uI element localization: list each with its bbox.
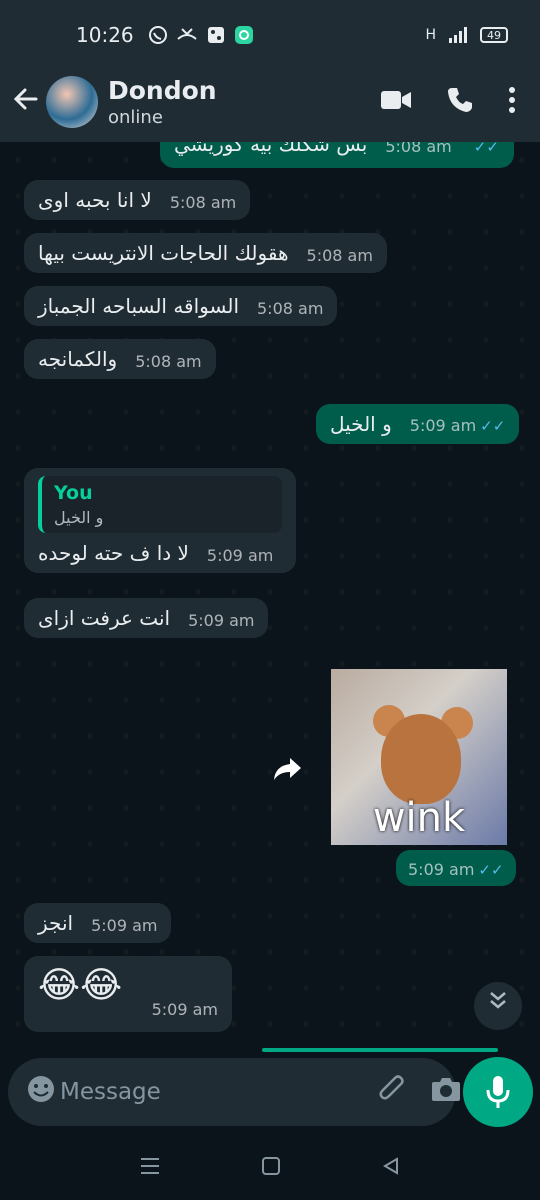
- message-incoming[interactable]: لا انا بحبه اوى 5:08 am: [24, 180, 251, 220]
- message-incoming[interactable]: 😂😂 5:09 am: [24, 956, 232, 1032]
- message-outgoing[interactable]: بس شكلك بيه كوريشي 5:08 am ✓✓: [160, 142, 514, 168]
- read-receipt-icon: ✓✓: [478, 861, 504, 879]
- message-text: والكمانجه: [38, 347, 118, 371]
- message-time: 5:08 am: [257, 299, 324, 318]
- message-text: هقولك الحاجات الانتريست بيها: [38, 241, 289, 265]
- message-time: 5:09 am: [206, 546, 274, 565]
- sticker-message[interactable]: wink: [331, 669, 507, 845]
- message-time: 5:09 am: [409, 416, 477, 435]
- contact-status: online: [108, 107, 163, 128]
- back-triangle-icon[interactable]: [381, 1153, 401, 1183]
- message-incoming[interactable]: السواقه السباحه الجمباز 5:08 am: [24, 286, 338, 326]
- sticker-caption: wink: [372, 795, 466, 841]
- message-time: 5:09 am: [408, 860, 475, 879]
- missed-call-icon: [176, 28, 197, 40]
- phone-icon[interactable]: [446, 86, 474, 118]
- message-outgoing[interactable]: و الخيل 5:09 am ✓✓: [316, 404, 520, 444]
- message-time: 5:08 am: [306, 246, 373, 265]
- system-indicators: H 49: [425, 26, 508, 44]
- system-navigation-bar: [0, 1135, 540, 1200]
- battery-level: 49: [487, 28, 501, 42]
- contact-info[interactable]: Dondon online: [108, 76, 380, 128]
- message-incoming[interactable]: انجز 5:09 am: [24, 903, 172, 943]
- message-incoming[interactable]: هقولك الحاجات الانتريست بيها 5:08 am: [24, 233, 387, 273]
- signal-icon: [449, 27, 467, 43]
- message-time: 5:09 am: [188, 611, 255, 630]
- microphone-icon[interactable]: [463, 1057, 533, 1127]
- message-incoming-reply[interactable]: You و الخيل لا دا ف حته لوحده 5:09 am: [24, 468, 296, 573]
- message-time: 5:09 am: [91, 916, 158, 935]
- paperclip-icon[interactable]: [379, 1074, 405, 1110]
- message-text: السواقه السباحه الجمباز: [38, 294, 239, 318]
- message-text: لا انا بحبه اوى: [38, 188, 152, 212]
- notification-icons: [148, 25, 254, 45]
- more-vertical-icon[interactable]: [508, 86, 516, 118]
- message-text: بس شكلك بيه كوريشي: [174, 142, 368, 156]
- arrow-left-icon[interactable]: [0, 85, 46, 120]
- message-incoming[interactable]: انت عرفت ازاى 5:09 am: [24, 598, 269, 638]
- quoted-message[interactable]: You و الخيل: [38, 476, 282, 533]
- emoji-icon[interactable]: [26, 1074, 56, 1111]
- message-composer: [8, 1058, 460, 1126]
- avatar[interactable]: [46, 76, 98, 128]
- sticker-mouse: [381, 714, 461, 804]
- chat-header: Dondon online: [0, 62, 540, 142]
- sticker-timestamp: 5:09 am ✓✓: [396, 850, 516, 886]
- network-type: H: [425, 27, 436, 43]
- quoted-author: You: [54, 482, 93, 504]
- read-receipt-icon: ✓✓: [473, 142, 499, 156]
- message-text: لا دا ف حته لوحده: [38, 541, 189, 565]
- message-time: 5:08 am: [169, 193, 237, 212]
- dice-icon: [207, 27, 224, 43]
- home-icon[interactable]: [261, 1153, 281, 1183]
- whatsapp-icon: [148, 26, 167, 44]
- contact-name: Dondon: [108, 76, 217, 105]
- outgoing-bubble-edge: [262, 1048, 498, 1052]
- message-text: و الخيل: [330, 412, 392, 436]
- message-time: 5:08 am: [135, 352, 202, 371]
- camera-icon[interactable]: [431, 1076, 461, 1108]
- menu-icon[interactable]: [139, 1153, 161, 1183]
- message-text: انجز: [38, 911, 74, 935]
- read-receipt-icon: ✓✓: [480, 417, 506, 435]
- battery-indicator: 49: [480, 27, 508, 43]
- message-text: انت عرفت ازاى: [38, 606, 171, 630]
- chat-area[interactable]: بس شكلك بيه كوريشي 5:08 am ✓✓ لا انا بحبه…: [0, 142, 540, 1057]
- chat-app-icon: [234, 26, 253, 44]
- quoted-text: و الخيل: [54, 508, 104, 527]
- message-incoming[interactable]: والكمانجه 5:08 am: [24, 339, 216, 379]
- header-actions: [380, 86, 540, 118]
- chevrons-down-icon[interactable]: [474, 982, 522, 1030]
- forward-icon[interactable]: [268, 754, 306, 792]
- status-bar: 10:26 H 49: [0, 0, 540, 70]
- clock: 10:26: [76, 23, 134, 47]
- message-time: 5:08 am: [385, 142, 452, 156]
- message-input[interactable]: [60, 1079, 353, 1105]
- video-camera-icon[interactable]: [380, 89, 412, 115]
